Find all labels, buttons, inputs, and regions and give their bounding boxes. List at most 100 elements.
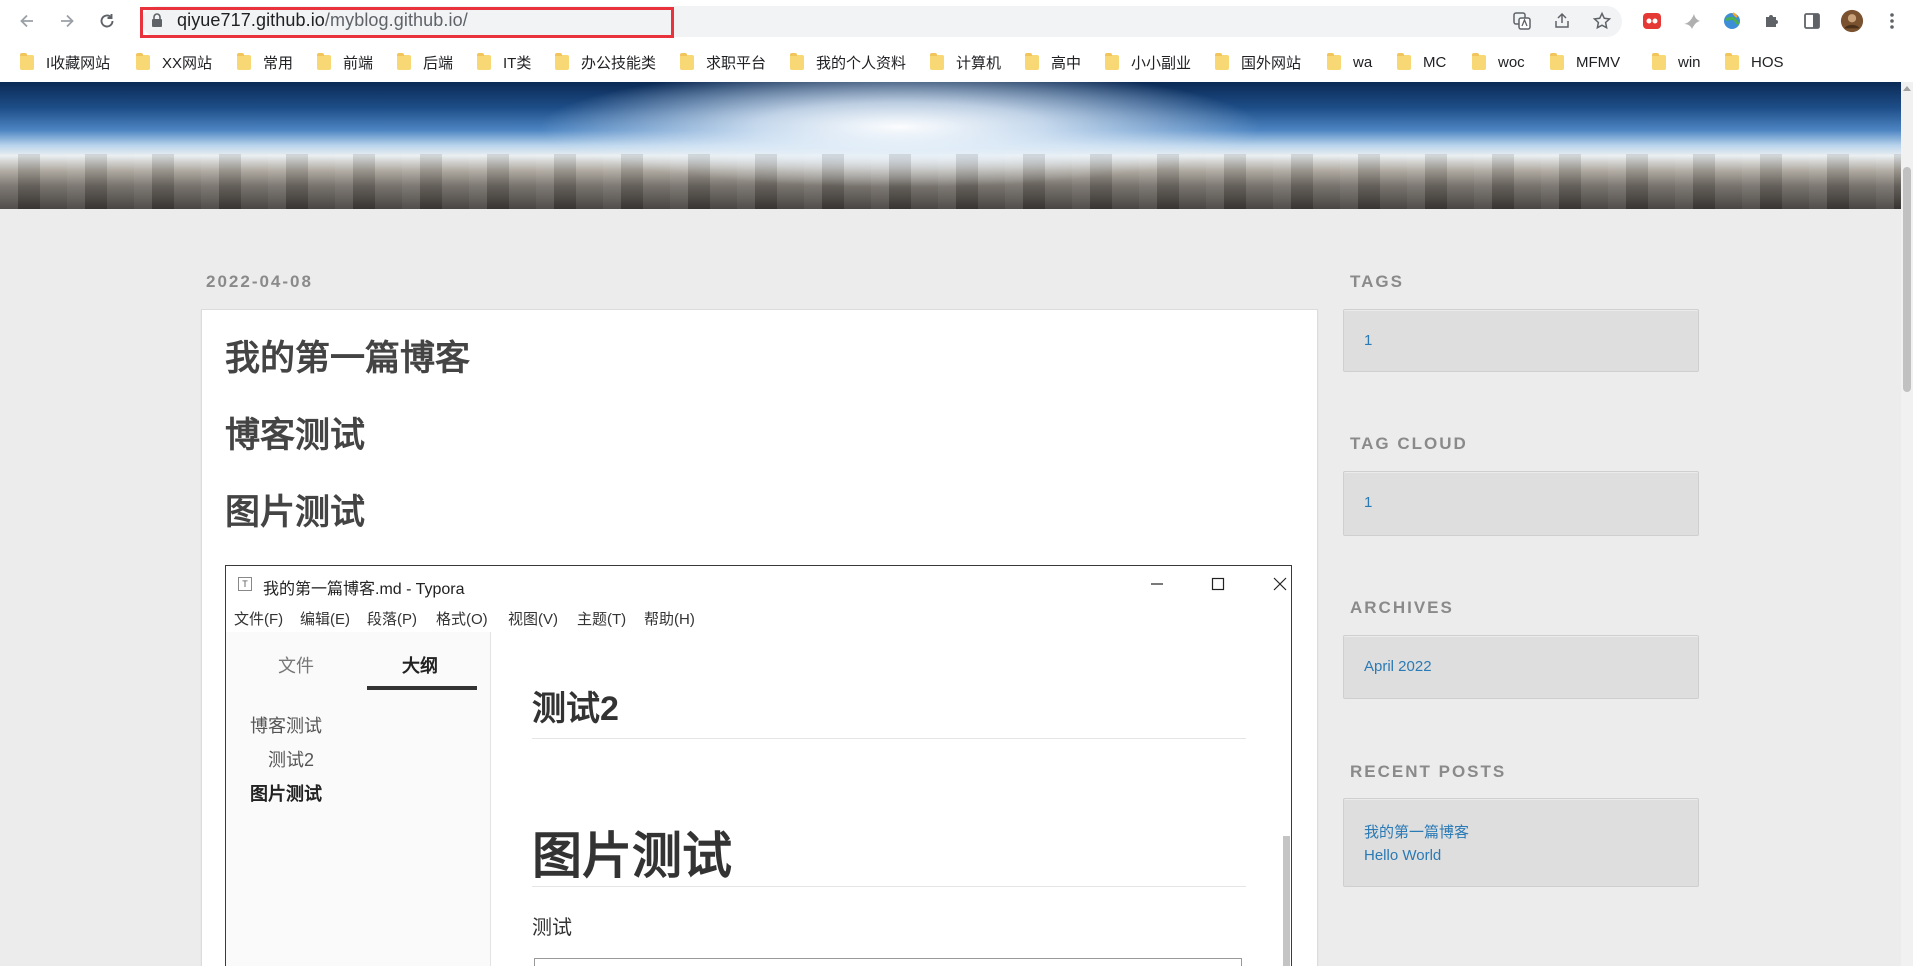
browser-menu-icon[interactable]	[1880, 9, 1904, 33]
bookmark-folder[interactable]: 小小副业	[1105, 52, 1191, 72]
page-scrollbar[interactable]	[1901, 82, 1913, 966]
typora-tab-underline	[367, 686, 477, 690]
widget-tag-cloud: 1	[1343, 471, 1699, 536]
reload-button[interactable]	[94, 8, 120, 34]
extension-globe-icon[interactable]	[1720, 9, 1744, 33]
minimize-icon	[1137, 572, 1177, 596]
typora-logo-icon: T	[238, 577, 252, 591]
widget-title-recent-posts: RECENT POSTS	[1350, 762, 1507, 781]
side-panel-icon[interactable]	[1800, 9, 1824, 33]
folder-icon	[1652, 52, 1666, 70]
bookmark-folder[interactable]: I收藏网站	[20, 52, 110, 72]
bookmark-folder[interactable]: 前端	[317, 52, 373, 72]
typora-editor-paragraph: 测试	[532, 917, 572, 939]
typora-menu-item: 格式(O)	[436, 611, 488, 628]
typora-scroll-thumb	[1283, 836, 1290, 966]
folder-icon	[477, 52, 491, 70]
recent-post-link[interactable]: Hello World	[1364, 847, 1441, 864]
typora-menu-item: 编辑(E)	[300, 611, 350, 628]
typora-tab-files: 文件	[278, 656, 314, 676]
bookmark-folder[interactable]: 常用	[237, 52, 293, 72]
typora-outline-item: 测试2	[268, 750, 315, 770]
typora-tab-outline: 大纲	[402, 656, 438, 676]
divider	[532, 738, 1246, 739]
bookmark-star-icon[interactable]	[1590, 9, 1614, 33]
tag-link[interactable]: 1	[1364, 332, 1372, 349]
folder-icon	[555, 52, 569, 70]
folder-icon	[237, 52, 251, 70]
typora-menubar: 文件(F) 编辑(E) 段落(P) 格式(O) 视图(V) 主题(T) 帮助(H…	[226, 602, 1291, 632]
post-date: 2022-04-08	[206, 272, 313, 291]
widget-archives: April 2022	[1343, 635, 1699, 699]
typora-menu-item: 文件(F)	[234, 611, 284, 628]
typora-menu-item: 视图(V)	[508, 611, 558, 628]
extension-red-icon[interactable]	[1640, 9, 1664, 33]
bookmark-folder[interactable]: 我的个人资料	[790, 52, 906, 72]
post-heading-blog-test: 博客测试	[225, 416, 366, 456]
bookmark-folder[interactable]: win	[1652, 52, 1701, 72]
typora-titlebar: T 我的第一篇博客.md - Typora	[226, 566, 1291, 602]
bookmark-folder[interactable]: MC	[1397, 52, 1446, 72]
extension-bird-icon[interactable]	[1680, 9, 1704, 33]
bookmark-folder[interactable]: 求职平台	[680, 52, 766, 72]
folder-icon	[1105, 52, 1119, 70]
folder-icon	[397, 52, 411, 70]
widget-recent-posts: 我的第一篇博客 Hello World	[1343, 798, 1699, 887]
bookmark-folder[interactable]: HOS	[1725, 52, 1784, 72]
typora-editor-h2: 测试2	[532, 690, 619, 728]
folder-icon	[20, 52, 34, 70]
bookmark-folder[interactable]: woc	[1472, 52, 1525, 72]
typora-embedded-image	[534, 958, 1242, 966]
folder-icon	[317, 52, 331, 70]
typora-menu-item: 主题(T)	[577, 611, 627, 628]
widget-title-tag-cloud: TAG CLOUD	[1350, 434, 1468, 453]
typora-window-title: 我的第一篇博客.md - Typora	[263, 581, 465, 598]
folder-icon	[1327, 52, 1341, 70]
typora-menu-item: 帮助(H)	[644, 611, 695, 628]
folder-icon	[1472, 52, 1486, 70]
scroll-up-arrow-icon[interactable]	[1903, 86, 1911, 91]
maximize-icon	[1198, 572, 1238, 596]
arrow-right-icon	[61, 14, 74, 28]
folder-icon	[136, 52, 150, 70]
widget-tags: 1	[1343, 309, 1699, 372]
share-icon[interactable]	[1550, 9, 1574, 33]
url-text[interactable]: qiyue717.github.io/myblog.github.io/	[177, 10, 468, 31]
bookmark-folder[interactable]: 高中	[1025, 52, 1081, 72]
archive-link[interactable]: April 2022	[1364, 658, 1432, 675]
url-host: qiyue717.github.io	[177, 10, 325, 30]
lock-icon[interactable]	[151, 13, 163, 28]
bookmark-folder[interactable]: IT类	[477, 52, 531, 72]
folder-icon	[930, 52, 944, 70]
profile-avatar[interactable]	[1840, 9, 1864, 33]
widget-title-archives: ARCHIVES	[1350, 598, 1454, 617]
folder-icon	[790, 52, 804, 70]
folder-icon	[1397, 52, 1411, 70]
back-button[interactable]	[14, 8, 40, 34]
recent-post-link[interactable]: 我的第一篇博客	[1364, 821, 1469, 842]
extensions-puzzle-icon[interactable]	[1760, 9, 1784, 33]
folder-icon	[1215, 52, 1229, 70]
bookmark-folder[interactable]: wa	[1327, 52, 1372, 72]
bookmark-folder[interactable]: MFMV	[1550, 52, 1620, 72]
translate-icon[interactable]	[1510, 9, 1534, 33]
header-banner-image	[0, 82, 1901, 209]
browser-toolbar: qiyue717.github.io/myblog.github.io/	[0, 0, 1913, 42]
forward-button[interactable]	[54, 8, 80, 34]
bookmark-folder[interactable]: XX网站	[136, 52, 212, 72]
arrow-left-icon	[20, 14, 33, 28]
bookmarks-bar: I收藏网站 XX网站 常用 前端 后端 IT类 办公技能类 求职平台 我的个人资…	[0, 42, 1913, 82]
typora-editor-h1: 图片测试	[532, 828, 732, 884]
folder-icon	[1550, 52, 1564, 70]
scroll-thumb[interactable]	[1903, 167, 1911, 392]
tag-cloud-link[interactable]: 1	[1364, 494, 1372, 511]
url-path: /myblog.github.io/	[324, 10, 468, 30]
close-icon	[1260, 572, 1291, 596]
bookmark-folder[interactable]: 后端	[397, 52, 453, 72]
typora-outline-item: 博客测试	[250, 716, 322, 736]
bookmark-folder[interactable]: 办公技能类	[555, 52, 656, 72]
typora-outline-item-active: 图片测试	[250, 784, 322, 804]
bookmark-folder[interactable]: 计算机	[930, 52, 1001, 72]
bookmark-folder[interactable]: 国外网站	[1215, 52, 1301, 72]
post-heading-image-test: 图片测试	[225, 493, 366, 533]
